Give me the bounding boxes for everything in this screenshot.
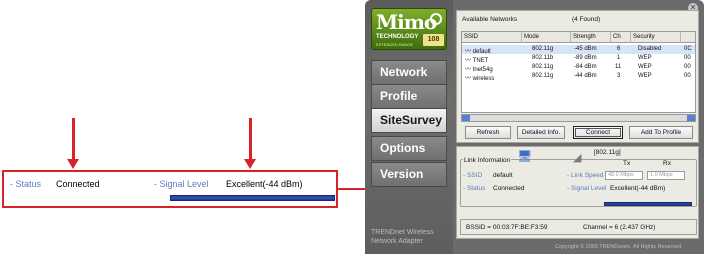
sidebar: Mimo TECHNOLOGY EXTENDED RANGE 108 Netwo…	[365, 0, 453, 254]
status-value: Connected	[493, 185, 525, 192]
callout-signal-bar	[170, 195, 335, 201]
available-networks-panel: Available Networks (4 Found) SSID Mode S…	[456, 10, 699, 143]
row0-strength: -45 dBm	[574, 46, 597, 52]
row2-ch: 11	[615, 64, 622, 70]
link-mode-tag: [802.11g]	[594, 149, 621, 156]
row3-extra: 00	[684, 73, 691, 79]
link-info-title: Link Information	[463, 157, 512, 164]
networks-found-count: (4 Found)	[572, 16, 601, 23]
callout-status-value: Connected	[56, 179, 100, 189]
footer-brand-line2: Network Adapter	[371, 238, 423, 245]
row2-security: WEP	[638, 64, 652, 70]
signal-icon	[430, 13, 442, 25]
horizontal-scrollbar[interactable]	[461, 114, 696, 122]
row0-security: Disabled	[638, 46, 662, 52]
detailed-info-button[interactable]: Detailed Info.	[517, 126, 565, 139]
row0-mode: 802.11g	[532, 46, 554, 52]
nav-network[interactable]: Network	[371, 60, 447, 85]
row3-strength: -44 dBm	[574, 73, 597, 79]
networks-table: SSID Mode Strength Ch Security 〰 default…	[461, 31, 696, 113]
row1-mode: 802.11b	[532, 55, 554, 61]
row1-ssid[interactable]: 〰 TNET	[465, 55, 488, 64]
nav-version[interactable]: Version	[371, 162, 447, 187]
link-information-panel: Link Information 🖥 ◢ [802.11g] Tx Rx - S…	[456, 146, 699, 239]
ssid-value: default	[493, 172, 513, 179]
row3-ch: 3	[617, 73, 621, 79]
row1-security: WEP	[638, 55, 652, 61]
row2-strength: -84 dBm	[574, 64, 597, 70]
row3-ssid[interactable]: 〰 wireless	[465, 73, 494, 82]
connect-button[interactable]: Connect	[573, 126, 623, 139]
col-ch[interactable]: Ch	[611, 32, 631, 43]
nav-sitesurvey[interactable]: SiteSurvey	[371, 108, 447, 133]
signal-level-value: Excellent(-44 dBm)	[610, 185, 666, 192]
computer-icon: 🖥	[517, 149, 533, 163]
logo-sub2: EXTENDED RANGE	[376, 42, 414, 47]
row2-mode: 802.11g	[532, 64, 554, 70]
col-strength[interactable]: Strength	[571, 32, 611, 43]
callout-status-label: - Status	[10, 179, 42, 189]
callout-signal-label: - Signal Level	[154, 179, 209, 189]
nav-options[interactable]: Options	[371, 136, 447, 161]
scroll-left-icon[interactable]	[462, 115, 470, 121]
col-ssid[interactable]: SSID	[462, 32, 522, 43]
link-speed-label: - Link Speed	[567, 172, 604, 179]
red-arrow-signal	[244, 118, 256, 169]
logo-badge: 108	[423, 34, 444, 46]
mimo-logo: Mimo TECHNOLOGY EXTENDED RANGE 108	[371, 8, 447, 50]
rx-header: Rx	[663, 160, 671, 167]
signal-level-bar	[604, 202, 692, 206]
copyright: Copyright © 2005 TRENDware. All Rights R…	[555, 244, 683, 250]
signal-level-label: - Signal Level	[567, 185, 607, 192]
row1-extra: 00	[684, 55, 691, 61]
footer-brand: TRENDnet Wireless Network Adapter	[371, 228, 434, 246]
row0-extra: 0C	[684, 46, 692, 52]
bssid-value: BSSID = 00:03:7F:BE:F3:59	[466, 224, 548, 231]
footer-brand-line1: TRENDnet Wireless	[371, 229, 434, 236]
bssid-box: BSSID = 00:03:7F:BE:F3:59 Channel = 6 (2…	[460, 219, 697, 235]
adapter-icon: ◢	[573, 152, 582, 164]
link-info-group	[460, 159, 697, 207]
red-arrow-status	[67, 118, 79, 169]
row1-strength: -89 dBm	[574, 55, 597, 61]
available-networks-title: Available Networks	[462, 16, 518, 23]
tx-rate-field: 48.0 Mbps	[605, 171, 643, 180]
row2-extra: 00	[684, 64, 691, 70]
row2-ssid[interactable]: 〰 tnet54g	[465, 64, 493, 73]
ssid-label: - SSID	[463, 172, 483, 179]
app-window: Mimo TECHNOLOGY EXTENDED RANGE 108 Netwo…	[365, 0, 704, 254]
logo-main-text: Mimo	[376, 10, 437, 34]
col-mode[interactable]: Mode	[522, 32, 571, 43]
rx-rate-field: 1.0 Mbps	[647, 171, 685, 180]
logo-sub1: TECHNOLOGY	[376, 34, 419, 40]
row3-security: WEP	[638, 73, 652, 79]
add-to-profile-button[interactable]: Add To Profile	[629, 126, 693, 139]
col-extra[interactable]	[681, 32, 695, 43]
nav-profile[interactable]: Profile	[371, 84, 447, 109]
callout-box: - Status Connected - Signal Level Excell…	[2, 170, 338, 208]
row1-ch: 1	[617, 55, 621, 61]
refresh-button[interactable]: Refresh	[465, 126, 511, 139]
status-label: - Status	[463, 185, 486, 192]
row0-ssid[interactable]: 〰 default	[465, 46, 491, 55]
row3-mode: 802.11g	[532, 73, 554, 79]
channel-value: Channel = 6 (2.437 GHz)	[583, 224, 656, 231]
col-security[interactable]: Security	[631, 32, 681, 43]
row0-ch: 6	[617, 46, 621, 52]
callout-signal-value: Excellent(-44 dBm)	[226, 179, 303, 189]
tx-header: Tx	[623, 160, 631, 167]
scroll-right-icon[interactable]	[687, 115, 695, 121]
